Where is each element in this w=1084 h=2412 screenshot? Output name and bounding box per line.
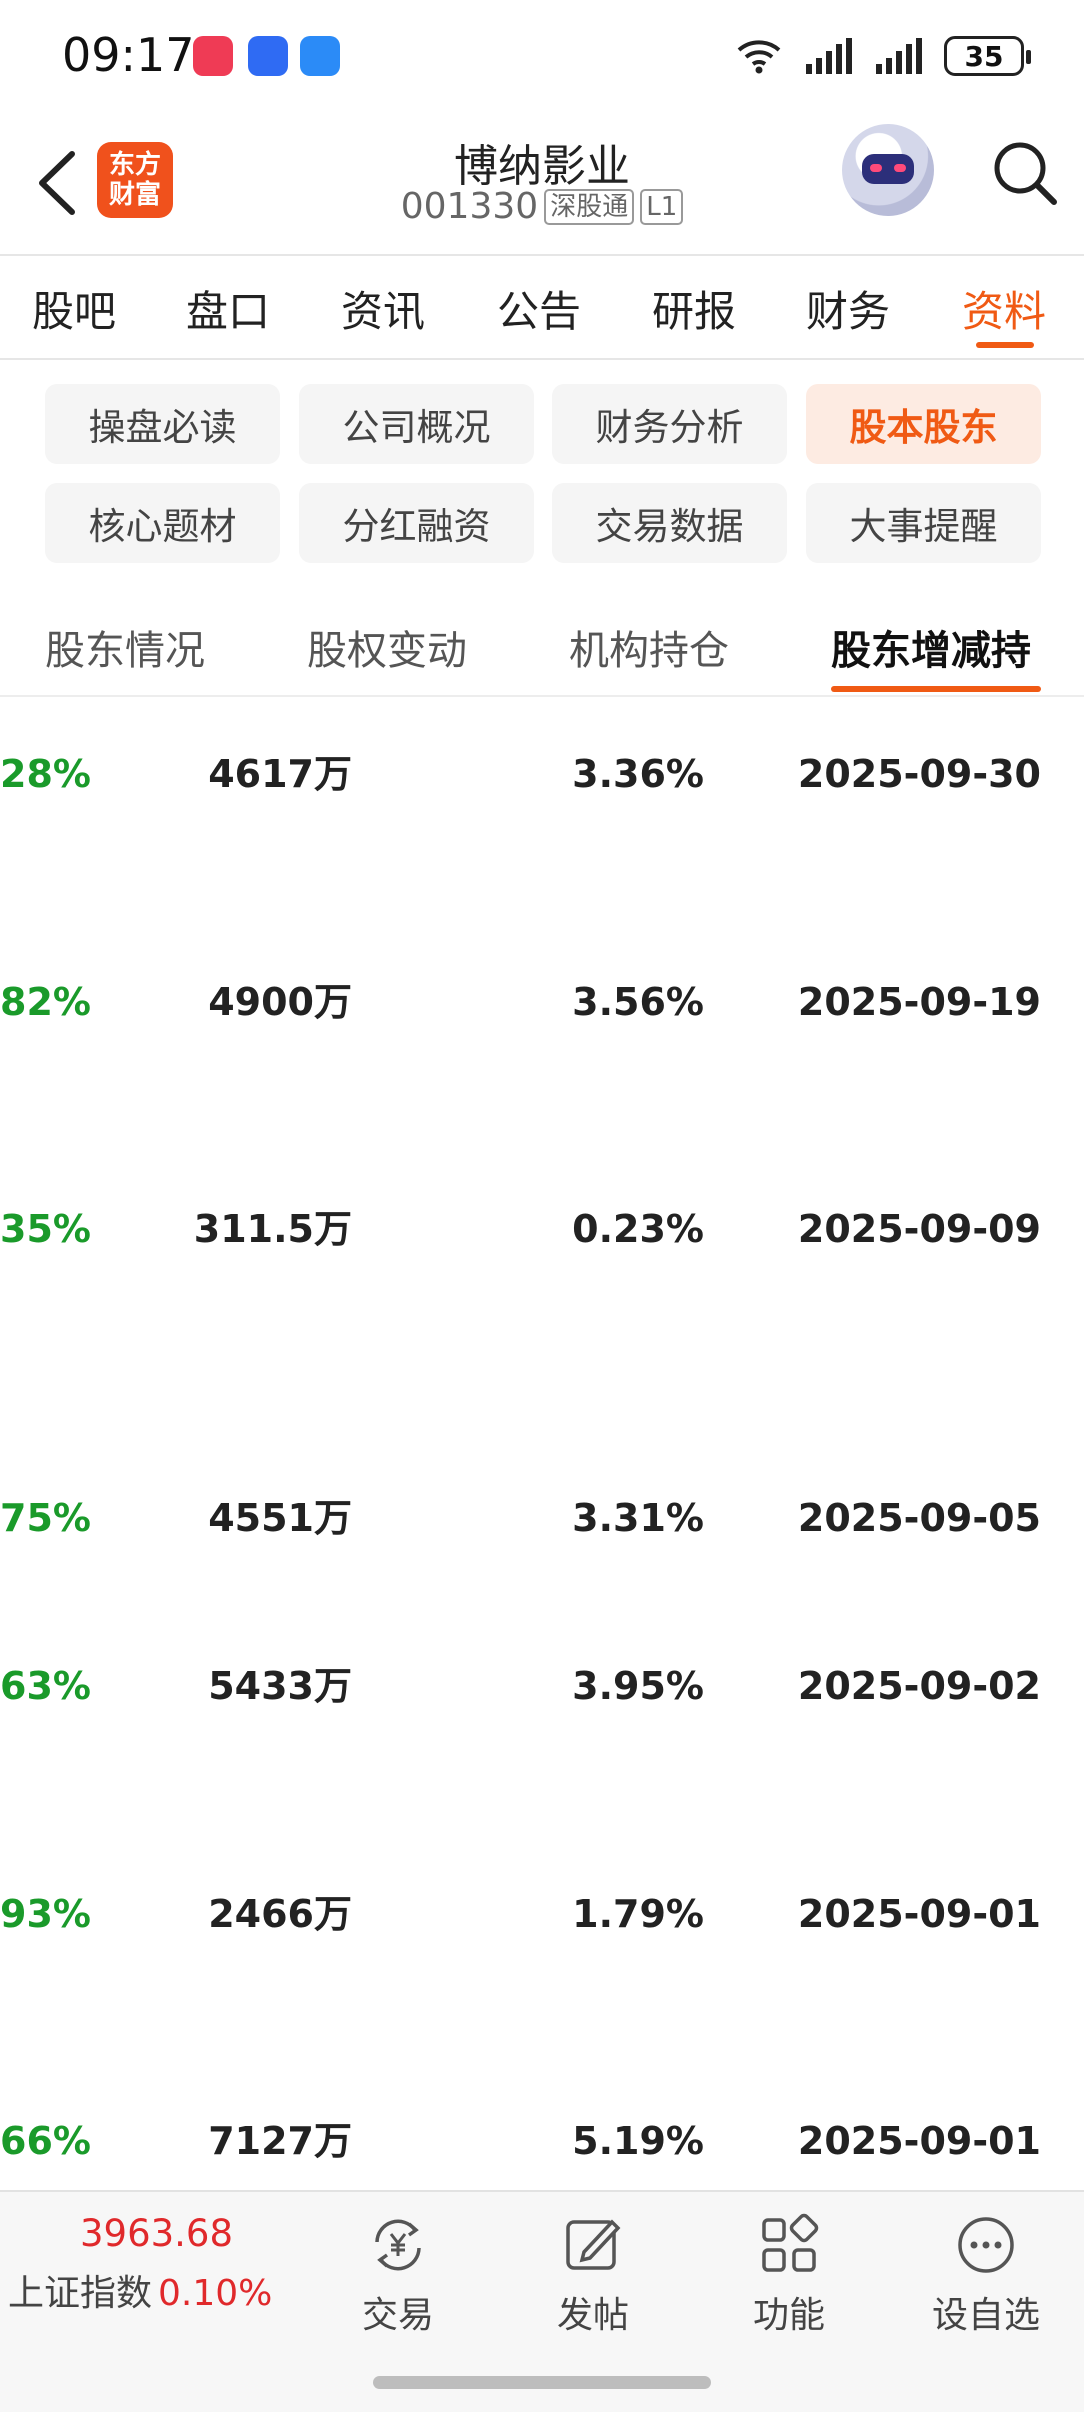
- trade-label: 交易: [361, 2295, 434, 2336]
- functions-button[interactable]: 功能: [729, 2212, 849, 2338]
- add-watchlist-label: 设自选: [931, 2295, 1040, 2336]
- table-row[interactable]: 82% 4900万 3.56% 2025-09-19: [0, 972, 1084, 1032]
- shares-cell: 4900万: [208, 980, 352, 1024]
- app-gallery-icon: [193, 36, 233, 76]
- shares-cell: 2466万: [208, 1892, 352, 1936]
- date-cell: 2025-09-05: [797, 1496, 1041, 1540]
- add-watchlist-button[interactable]: 设自选: [926, 2212, 1046, 2338]
- table-top-divider: [0, 695, 1084, 697]
- chip-company-overview[interactable]: 公司概况: [299, 384, 534, 464]
- pct-change-cell: 93%: [0, 1892, 91, 1936]
- search-icon[interactable]: [990, 138, 1060, 208]
- tab-news[interactable]: 资讯: [341, 278, 425, 339]
- main-tab-indicator: [976, 342, 1034, 348]
- tab-finance[interactable]: 财务: [806, 278, 890, 339]
- shares-cell: 4617万: [208, 752, 352, 796]
- ai-assistant-avatar[interactable]: [842, 124, 934, 216]
- more-dots-icon: [958, 2217, 1014, 2273]
- table-row[interactable]: 28% 4617万 3.36% 2025-09-30: [0, 744, 1084, 804]
- stock-code: 001330: [400, 186, 539, 227]
- date-cell: 2025-09-19: [797, 980, 1041, 1024]
- index-name: 上证指数: [8, 2273, 153, 2314]
- tabs-divider: [0, 358, 1084, 360]
- table-row[interactable]: 63% 5433万 3.95% 2025-09-02: [0, 1656, 1084, 1716]
- date-cell: 2025-09-01: [797, 2119, 1041, 2163]
- pct-change-cell: 35%: [0, 1207, 91, 1251]
- messages-app-icon: [300, 36, 340, 76]
- index-name-row: 上证指数 0.10%: [8, 2264, 272, 2316]
- chip-event-reminders[interactable]: 大事提醒: [806, 483, 1041, 563]
- post-button[interactable]: 发帖: [533, 2212, 653, 2338]
- battery-indicator: 35: [944, 36, 1031, 76]
- signal-icon: [876, 38, 922, 74]
- shares-cell: 311.5万: [193, 1207, 352, 1251]
- ratio-cell: 3.56%: [572, 980, 704, 1024]
- shares-cell: 4551万: [208, 1496, 352, 1540]
- date-cell: 2025-09-30: [797, 752, 1041, 796]
- chip-financial-analysis[interactable]: 财务分析: [552, 384, 787, 464]
- main-tabs: 股吧 盘口 资讯 公告 研报 财务 资料: [0, 256, 1084, 356]
- compose-icon: [566, 2219, 621, 2270]
- chip-trading-data[interactable]: 交易数据: [552, 483, 787, 563]
- ratio-cell: 0.23%: [572, 1207, 704, 1251]
- chip-trading-must-read[interactable]: 操盘必读: [45, 384, 280, 464]
- tab-pankou[interactable]: 盘口: [186, 278, 270, 339]
- pct-change-cell: 66%: [0, 2119, 91, 2163]
- ratio-cell: 3.36%: [572, 752, 704, 796]
- robot-face-icon: [862, 154, 914, 184]
- post-label: 发帖: [556, 2295, 629, 2336]
- yuan-exchange-icon: [375, 2219, 421, 2271]
- ratio-cell: 5.19%: [572, 2119, 704, 2163]
- index-value: 3963.68: [80, 2212, 234, 2255]
- date-cell: 2025-09-01: [797, 1892, 1041, 1936]
- contacts-app-icon: [248, 36, 288, 76]
- ratio-cell: 3.31%: [572, 1496, 704, 1540]
- tab-institutional-holdings[interactable]: 机构持仓: [569, 618, 729, 676]
- table-row[interactable]: 93% 2466万 1.79% 2025-09-01: [0, 1884, 1084, 1944]
- tab-shareholder-changes[interactable]: 股东增减持: [831, 618, 1031, 676]
- table-row[interactable]: 75% 4551万 3.31% 2025-09-05: [0, 1488, 1084, 1548]
- grid-apps-icon: [762, 2213, 819, 2272]
- ratio-cell: 1.79%: [572, 1892, 704, 1936]
- pct-change-cell: 28%: [0, 752, 91, 796]
- pct-change-cell: 75%: [0, 1496, 91, 1540]
- status-time: 09:17: [62, 28, 195, 82]
- date-cell: 2025-09-09: [797, 1207, 1041, 1251]
- tab-guba[interactable]: 股吧: [32, 278, 116, 339]
- status-bar: 09:17 35: [0, 0, 1084, 110]
- home-indicator[interactable]: [373, 2376, 711, 2389]
- shares-cell: 7127万: [208, 2119, 352, 2163]
- tab-research[interactable]: 研报: [652, 278, 736, 339]
- third-tab-indicator: [831, 686, 1041, 692]
- wifi-icon: [737, 40, 781, 74]
- tab-profile[interactable]: 资料: [962, 278, 1046, 339]
- stock-header: 东方 财富 博纳影业 001330 深股通 L1: [0, 112, 1084, 254]
- tab-equity-changes[interactable]: 股权变动: [307, 618, 467, 676]
- table-row[interactable]: 35% 311.5万 0.23% 2025-09-09: [0, 1199, 1084, 1259]
- pct-change-cell: 63%: [0, 1664, 91, 1708]
- trade-button[interactable]: 交易: [338, 2212, 458, 2338]
- tab-shareholders[interactable]: 股东情况: [45, 618, 205, 676]
- chip-share-capital[interactable]: 股本股东: [806, 384, 1041, 464]
- index-change: 0.10%: [158, 2273, 273, 2314]
- table-row[interactable]: 66% 7127万 5.19% 2025-09-01: [0, 2111, 1084, 2171]
- signal-icon: [806, 38, 852, 74]
- chip-core-themes[interactable]: 核心题材: [45, 483, 280, 563]
- level-tag: L1: [640, 188, 684, 225]
- tab-announcements[interactable]: 公告: [497, 278, 581, 339]
- pct-change-cell: 82%: [0, 980, 91, 1024]
- shares-cell: 5433万: [208, 1664, 352, 1708]
- market-tag: 深股通: [544, 188, 635, 225]
- chip-dividends-financing[interactable]: 分红融资: [299, 483, 534, 563]
- date-cell: 2025-09-02: [797, 1664, 1041, 1708]
- functions-label: 功能: [752, 2295, 825, 2336]
- ratio-cell: 3.95%: [572, 1664, 704, 1708]
